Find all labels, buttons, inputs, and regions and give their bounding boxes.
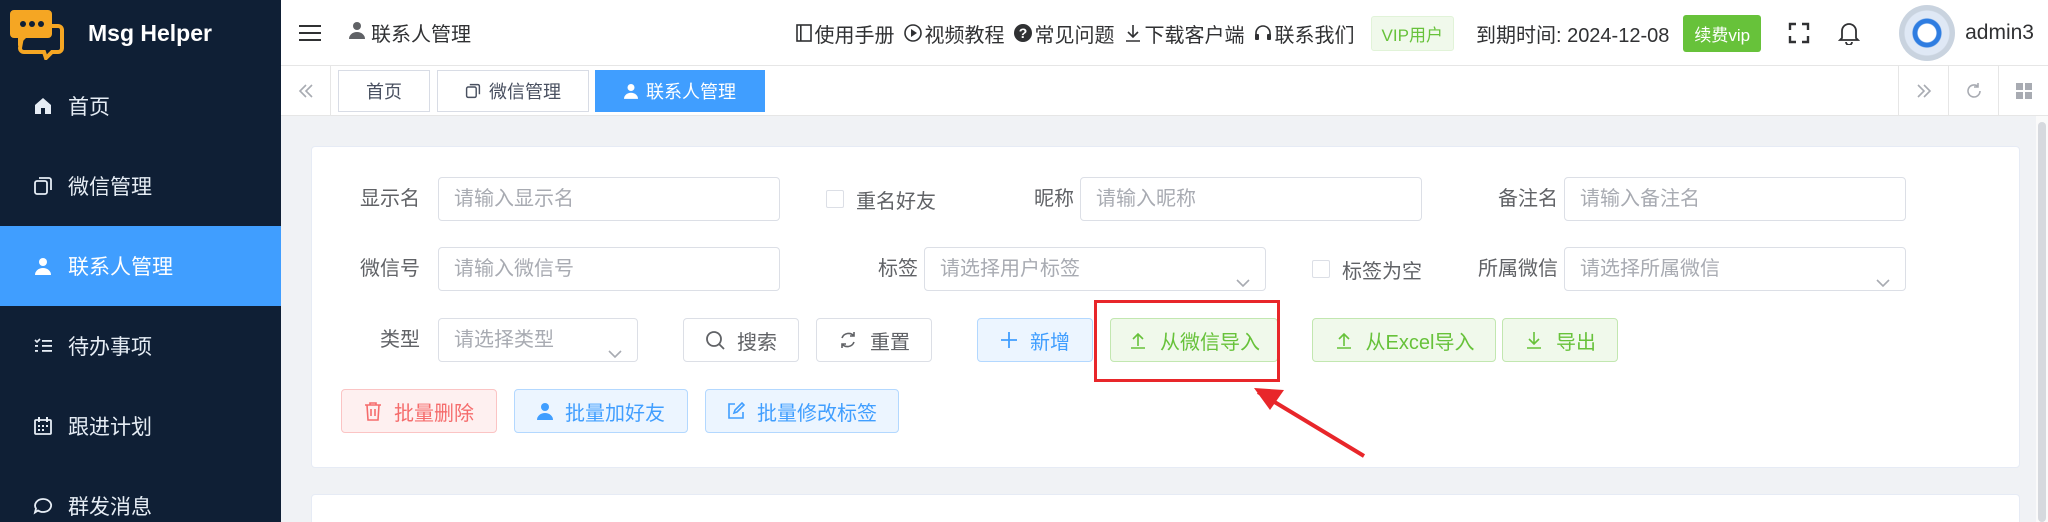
scroll-right-icon[interactable] (1898, 66, 1948, 115)
type-select[interactable]: 请选择类型 (438, 318, 638, 362)
chevron-down-icon (607, 333, 623, 375)
video-link[interactable]: 视频教程 (903, 19, 1005, 48)
user-icon (349, 21, 365, 45)
export-button[interactable]: 导出 (1502, 318, 1618, 362)
headset-icon (1254, 25, 1271, 40)
calendar-icon (32, 415, 54, 437)
refresh-icon[interactable] (1948, 66, 1998, 115)
app-title: Msg Helper (88, 19, 212, 46)
type-label: 类型 (380, 329, 420, 351)
avatar[interactable] (1899, 5, 1956, 61)
list-icon (32, 335, 54, 357)
username[interactable]: admin3 (1965, 21, 2034, 45)
question-icon: ? (1013, 24, 1032, 42)
download-icon (1524, 330, 1544, 350)
display-name-input[interactable] (438, 177, 780, 221)
tab-wechat[interactable]: 微信管理 (437, 70, 589, 112)
highlight-box (1094, 300, 1280, 382)
sidebar-item-label: 待办事项 (68, 336, 152, 359)
vip-badge: VIP用户 (1370, 15, 1454, 51)
sidebar-item-wechat[interactable]: 微信管理 (0, 146, 281, 226)
scrollbar[interactable] (2036, 116, 2048, 522)
owner-wechat-label: 所属微信 (1478, 258, 1558, 280)
chevron-down-icon (1875, 262, 1891, 304)
bell-icon[interactable] (1837, 21, 1861, 45)
play-icon (903, 24, 922, 42)
breadcrumb-current: 联系人管理 (371, 24, 471, 46)
book-icon (795, 24, 812, 42)
batch-edit-tag-button[interactable]: 批量修改标签 (705, 389, 899, 433)
breadcrumb: 联系人管理 (349, 18, 471, 47)
plus-icon (1000, 331, 1018, 349)
brand[interactable]: Msg Helper (0, 0, 281, 66)
download-icon (1125, 25, 1140, 42)
expire-date: 到期时间: 2024-12-08 (1475, 24, 1670, 47)
nickname-input[interactable] (1080, 177, 1422, 221)
wechat-id-label: 微信号 (360, 258, 420, 280)
user-icon (537, 402, 553, 420)
tag-select[interactable]: 请选择用户标签 (924, 247, 1266, 291)
remark-label: 备注名 (1498, 188, 1558, 210)
copy-icon (32, 175, 54, 197)
batch-add-friend-button[interactable]: 批量加好友 (514, 389, 688, 433)
wechat-id-input[interactable] (438, 247, 780, 291)
top-navbar: 联系人管理 使用手册 视频教程 ? 常见问题 下载客户端 联系我们 VIP用户 … (281, 0, 2048, 66)
sidebar-item-label: 首页 (68, 96, 110, 119)
upload-icon (1334, 330, 1354, 350)
contact-link[interactable]: 联系我们 (1253, 19, 1355, 48)
checkbox-box[interactable] (1312, 260, 1330, 278)
import-from-excel-button[interactable]: 从Excel导入 (1312, 318, 1496, 362)
reset-button[interactable]: 重置 (816, 318, 932, 362)
chevron-down-icon (1235, 262, 1251, 304)
tab-home[interactable]: 首页 (338, 70, 430, 112)
copy-icon (465, 83, 481, 99)
trash-icon (364, 401, 382, 421)
hamburger-icon[interactable] (299, 22, 321, 44)
sidebar: Msg Helper 首页 微信管理 联系人管理 待办事项 跟进计划 群发消息 (0, 0, 281, 522)
grid-menu-icon[interactable] (1998, 66, 2048, 115)
tag-label: 标签 (878, 258, 918, 280)
renew-vip-button[interactable]: 续费vip (1683, 14, 1762, 52)
sidebar-item-label: 联系人管理 (68, 256, 173, 279)
user-icon (32, 255, 54, 277)
duplicate-friend-checkbox[interactable]: 重名好友 (826, 177, 936, 221)
refresh-icon (838, 330, 858, 350)
chat-icon (32, 495, 54, 517)
owner-wechat-select[interactable]: 请选择所属微信 (1564, 247, 1906, 291)
display-name-label: 显示名 (360, 188, 420, 210)
batch-delete-button[interactable]: 批量删除 (341, 389, 497, 433)
sidebar-item-followup[interactable]: 跟进计划 (0, 386, 281, 466)
tags-view: 首页 微信管理 联系人管理 (281, 66, 2048, 116)
edit-icon (727, 402, 745, 420)
scroll-left-icon[interactable] (281, 66, 331, 115)
sidebar-item-label: 群发消息 (68, 496, 152, 519)
search-button[interactable]: 搜索 (683, 318, 799, 362)
tag-empty-checkbox[interactable]: 标签为空 (1312, 247, 1422, 291)
tab-contacts[interactable]: 联系人管理 (595, 70, 765, 112)
annotation-arrow-icon (1254, 388, 1366, 458)
home-icon (32, 95, 54, 117)
nickname-label: 昵称 (1034, 188, 1074, 210)
manual-link[interactable]: 使用手册 (795, 19, 895, 48)
sidebar-item-label: 微信管理 (68, 176, 152, 199)
sidebar-item-broadcast[interactable]: 群发消息 (0, 466, 281, 522)
user-icon (624, 83, 638, 99)
search-icon (705, 330, 725, 350)
sidebar-item-contacts[interactable]: 联系人管理 (0, 226, 281, 306)
table-panel (311, 494, 2020, 522)
sidebar-item-todo[interactable]: 待办事项 (0, 306, 281, 386)
checkbox-box[interactable] (826, 190, 844, 208)
add-button[interactable]: 新增 (977, 318, 1093, 362)
remark-input[interactable] (1564, 177, 1906, 221)
download-link[interactable]: 下载客户端 (1123, 19, 1245, 48)
faq-link[interactable]: ? 常见问题 (1013, 19, 1115, 48)
sidebar-item-home[interactable]: 首页 (0, 66, 281, 146)
fullscreen-icon[interactable] (1787, 21, 1811, 45)
sidebar-item-label: 跟进计划 (68, 416, 152, 439)
svg-text:?: ? (1018, 25, 1027, 41)
logo-icon (10, 6, 64, 62)
